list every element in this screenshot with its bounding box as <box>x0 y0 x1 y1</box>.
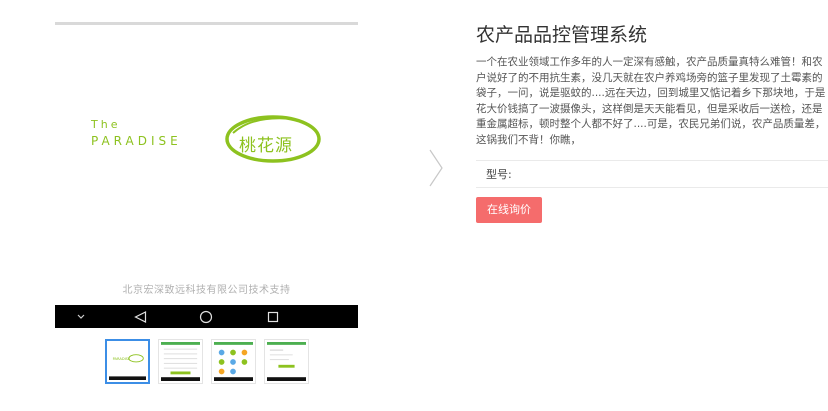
menu-grid-thumbnail-image <box>214 342 253 381</box>
brand-chinese-text: 桃花源 <box>239 136 293 156</box>
android-nav-bar <box>55 305 358 328</box>
brand-the-text: The <box>91 118 121 131</box>
product-gallery: The PARADISE 桃花源 北京宏深致远科技有限公司技术支持 <box>55 22 358 328</box>
thumbnail-4[interactable] <box>264 339 309 384</box>
chevron-down-icon[interactable] <box>73 309 89 324</box>
thumbnail-2[interactable] <box>158 339 203 384</box>
chevron-right-icon[interactable] <box>428 148 444 188</box>
recent-square-icon[interactable] <box>265 309 281 324</box>
splash-thumbnail-image: PARADISE <box>109 343 146 380</box>
spec-label-model: 型号: <box>486 168 512 181</box>
thumbnail-3[interactable] <box>211 339 256 384</box>
online-inquiry-button[interactable]: 在线询价 <box>476 197 542 223</box>
divider-bottom <box>476 187 828 188</box>
app-splash-screen: The PARADISE 桃花源 北京宏深致远科技有限公司技术支持 <box>55 25 358 305</box>
product-description: 一个在农业领域工作多年的人一定深有感触，农产品质量真特么难管！和农户说好了的不用… <box>476 56 826 146</box>
spec-row-model: 型号: <box>476 161 828 187</box>
back-triangle-icon[interactable] <box>132 309 148 324</box>
product-info-panel: 农产品品控管理系统 一个在农业领域工作多年的人一定深有感触，农产品质量真特么难管… <box>476 22 828 148</box>
splash-footer-text: 北京宏深致远科技有限公司技术支持 <box>122 285 291 296</box>
form-thumbnail-image <box>161 342 200 381</box>
thumbnail-1[interactable]: PARADISE <box>105 339 150 384</box>
home-circle-icon[interactable] <box>198 309 214 324</box>
product-title: 农产品品控管理系统 <box>476 24 648 46</box>
detail-thumbnail-image <box>267 342 306 381</box>
svg-text:PARADISE: PARADISE <box>113 357 131 361</box>
brand-name-text: PARADISE <box>91 134 182 148</box>
